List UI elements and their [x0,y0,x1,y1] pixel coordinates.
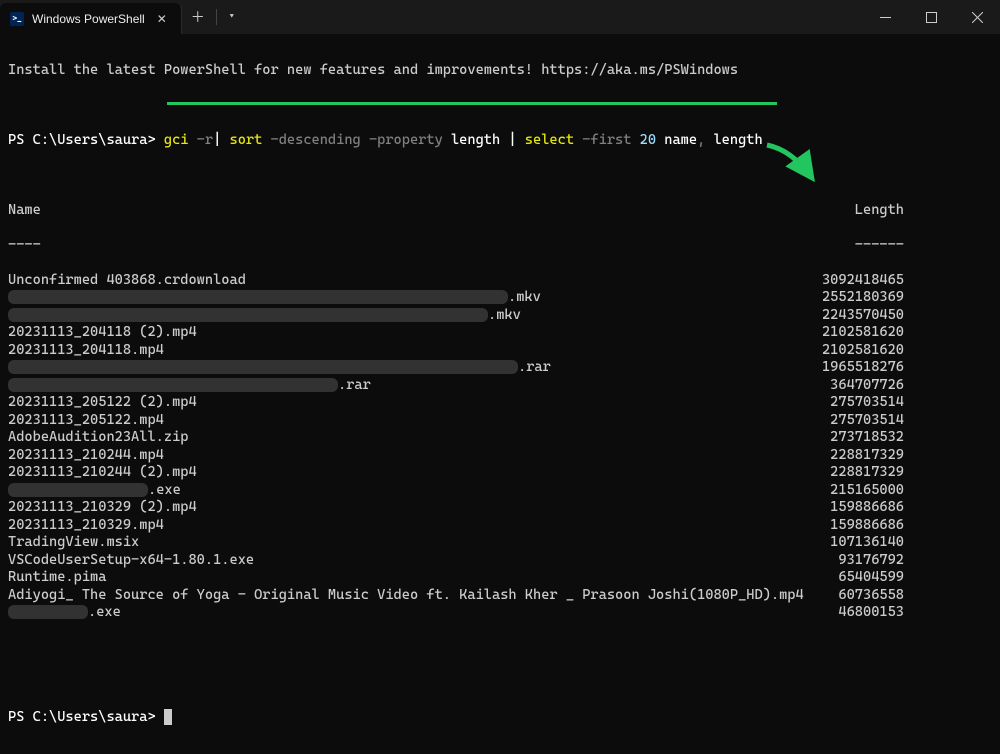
table-row: 20231113_210329 (2).mp4159886686 [8,499,992,517]
new-tab-button[interactable]: ＋ [182,0,214,34]
table-row: 20231113_204118.mp42102581620 [8,342,992,360]
command-line: PS C:\Users\saura> gci -r| sort -descend… [8,132,992,150]
install-banner: Install the latest PowerShell for new fe… [8,62,992,80]
table-row: .mkv2552180369 [8,289,992,307]
table-row: 20231113_210329.mp4159886686 [8,517,992,535]
table-row: 20231113_210244 (2).mp4228817329 [8,464,992,482]
table-row: 20231113_204118 (2).mp42102581620 [8,324,992,342]
maximize-button[interactable] [908,0,954,34]
table-row: VSCodeUserSetup-x64-1.80.1.exe93176792 [8,552,992,570]
table-row: .exe46800153 [8,604,992,622]
table-row: AdobeAudition23All.zip273718532 [8,429,992,447]
tab-close-button[interactable]: ✕ [153,12,171,26]
table-row: 20231113_205122.mp4275703514 [8,412,992,430]
table-row: Runtime.pima65404599 [8,569,992,587]
redacted-name [8,378,338,392]
redacted-name [8,290,508,304]
table-header: NameLength [8,202,992,220]
tab-dropdown-button[interactable]: ▾ [219,0,245,34]
table-row: .exe215165000 [8,482,992,500]
close-icon [972,12,983,23]
terminal-output[interactable]: Install the latest PowerShell for new fe… [0,34,1000,754]
table-row: .mkv2243570450 [8,307,992,325]
annotation-underline [167,102,777,105]
prompt-line: PS C:\Users\saura> [8,709,992,727]
close-button[interactable] [954,0,1000,34]
table-row: Unconfirmed 403868.crdownload3092418465 [8,272,992,290]
tab-title: Windows PowerShell [32,12,145,26]
titlebar-drag-region[interactable] [245,0,862,34]
minimize-icon [880,12,891,23]
table-row: Adiyogi_ The Source of Yoga - Original M… [8,587,992,605]
cursor [164,709,172,725]
redacted-name [8,605,88,619]
tab-divider [216,9,217,25]
redacted-name [8,308,488,322]
minimize-button[interactable] [862,0,908,34]
titlebar: >_ Windows PowerShell ✕ ＋ ▾ [0,0,1000,34]
maximize-icon [926,12,937,23]
table-row: 20231113_205122 (2).mp4275703514 [8,394,992,412]
table-row: TradingView.msix107136140 [8,534,992,552]
table-row: 20231113_210244.mp4228817329 [8,447,992,465]
table-row: .rar364707726 [8,377,992,395]
table-row: .rar1965518276 [8,359,992,377]
redacted-name [8,483,148,497]
tab-powershell[interactable]: >_ Windows PowerShell ✕ [0,3,182,34]
powershell-icon: >_ [10,12,24,26]
redacted-name [8,360,518,374]
table-divider: ---------- [8,237,992,255]
